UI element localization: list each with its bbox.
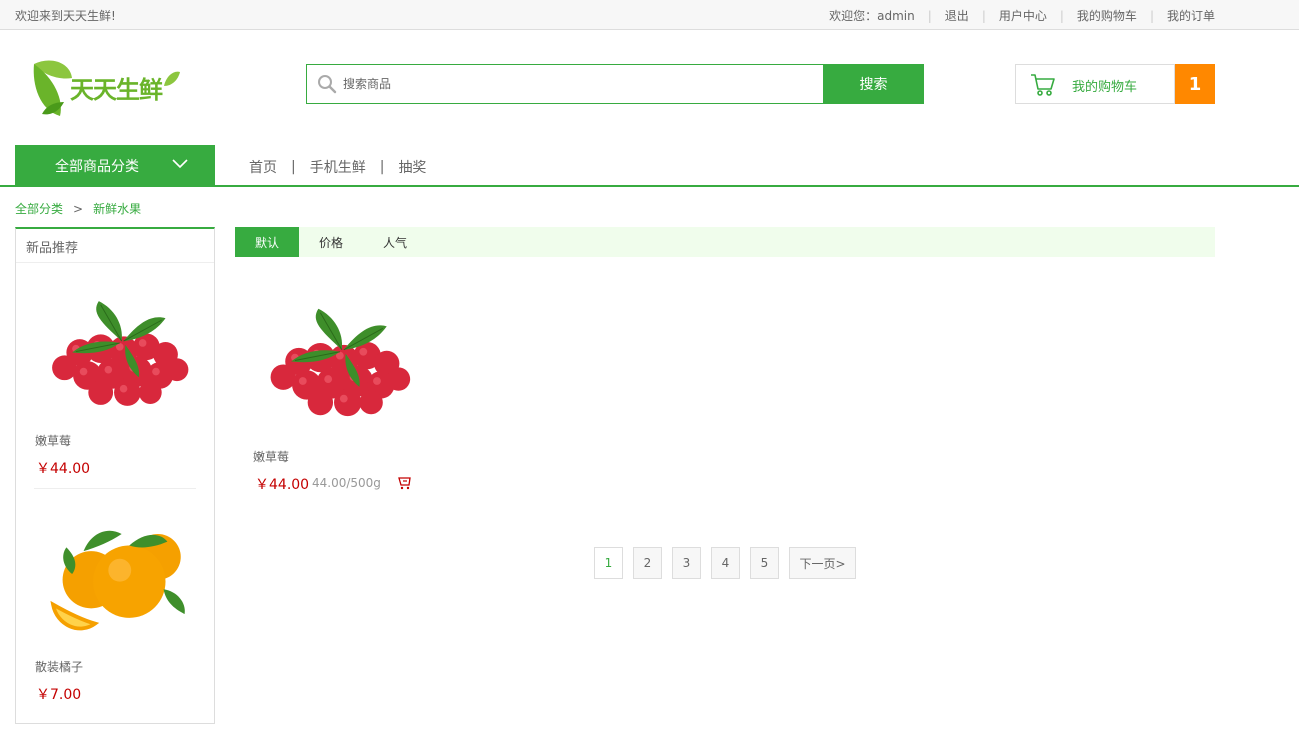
- page-3-button[interactable]: 3: [672, 547, 701, 579]
- greeting-text: 欢迎您：: [829, 9, 878, 23]
- nav-home[interactable]: 首页: [249, 157, 277, 177]
- orange-image[interactable]: [34, 513, 196, 637]
- welcome-text: 欢迎来到天天生鲜!: [15, 9, 116, 23]
- leaf-logo-icon: [33, 60, 72, 116]
- breadcrumb: 全部分类 > 新鲜水果: [15, 200, 141, 217]
- site-logo[interactable]: 天天生鲜: [30, 56, 185, 120]
- cart-icon: [1031, 74, 1055, 96]
- sidebar-item[interactable]: 散装橘子 ￥7.00: [34, 489, 196, 714]
- search-button[interactable]: 搜索: [823, 64, 924, 104]
- sort-price-tab[interactable]: 价格: [299, 227, 363, 257]
- main-nav: 首页 | 手机生鲜 | 抽奖: [249, 157, 426, 177]
- raspberry-image[interactable]: [34, 293, 196, 413]
- top-links: 欢迎您： admin | 退出 | 用户中心 | 我的购物车 | 我的订单: [829, 7, 1215, 24]
- breadcrumb-current: 新鲜水果: [93, 202, 142, 216]
- cart-count-badge[interactable]: 1: [1175, 64, 1215, 104]
- brand-name: 天天生鲜: [70, 76, 163, 104]
- product-card: 嫩草莓 ￥44.00 44.00/500g: [252, 285, 422, 495]
- nav-lottery[interactable]: 抽奖: [398, 157, 426, 177]
- nav-mobile-fresh[interactable]: 手机生鲜: [310, 157, 366, 177]
- page-5-button[interactable]: 5: [750, 547, 779, 579]
- leaf-accent-icon: [164, 71, 180, 86]
- page-2-button[interactable]: 2: [633, 547, 662, 579]
- product-name[interactable]: 嫩草莓: [253, 448, 289, 465]
- my-cart-link[interactable]: 我的购物车: [1077, 7, 1137, 24]
- sidebar-item-price: ￥44.00: [36, 461, 91, 477]
- add-to-cart-icon[interactable]: [398, 476, 412, 490]
- cart-button[interactable]: 我的购物车: [1015, 64, 1175, 104]
- page-1-button[interactable]: 1: [594, 547, 623, 579]
- sort-popularity-tab[interactable]: 人气: [363, 227, 427, 257]
- nav-separator: |: [379, 159, 385, 175]
- raspberry-image[interactable]: [252, 301, 418, 423]
- sidebar-title: 新品推荐: [16, 229, 214, 263]
- nav-separator: |: [291, 159, 296, 175]
- top-bar: 欢迎来到天天生鲜! 欢迎您： admin | 退出 | 用户中心 | 我的购物车…: [0, 0, 1299, 30]
- pagination: 1 2 3 4 5 下一页>: [594, 547, 866, 579]
- nav-divider: [0, 185, 1299, 187]
- logout-link[interactable]: 退出: [945, 7, 969, 24]
- search-input[interactable]: [343, 72, 813, 96]
- my-orders-link[interactable]: 我的订单: [1167, 7, 1215, 24]
- cart-label: 我的购物车: [1072, 80, 1138, 95]
- chevron-down-icon: [172, 159, 188, 169]
- search-box: 搜索: [306, 64, 924, 104]
- new-products-sidebar: 新品推荐 嫩草莓 ￥44.00 散装橘子 ￥7.00: [15, 227, 215, 724]
- breadcrumb-arrow: >: [73, 201, 84, 216]
- sort-bar: 默认 价格 人气: [235, 227, 1215, 257]
- product-unit-price: 44.00/500g: [312, 476, 381, 490]
- breadcrumb-root[interactable]: 全部分类: [15, 200, 63, 217]
- all-categories-button[interactable]: 全部商品分类: [15, 145, 215, 185]
- separator: |: [981, 8, 986, 23]
- page-4-button[interactable]: 4: [711, 547, 740, 579]
- next-page-button[interactable]: 下一页>: [789, 547, 856, 579]
- sidebar-item-name[interactable]: 散装橘子: [35, 658, 83, 675]
- user-center-link[interactable]: 用户中心: [999, 7, 1047, 24]
- username: admin: [877, 8, 915, 23]
- separator: |: [1149, 8, 1154, 23]
- product-price: ￥44.00: [255, 477, 310, 493]
- sidebar-item-name[interactable]: 嫩草莓: [35, 432, 71, 449]
- separator: |: [1059, 8, 1064, 23]
- sidebar-item-price: ￥7.00: [36, 687, 82, 703]
- all-categories-label: 全部商品分类: [55, 159, 139, 175]
- sort-default-tab[interactable]: 默认: [235, 227, 299, 257]
- separator: |: [927, 8, 932, 23]
- sidebar-item[interactable]: 嫩草莓 ￥44.00: [34, 263, 196, 488]
- search-icon: [318, 75, 337, 94]
